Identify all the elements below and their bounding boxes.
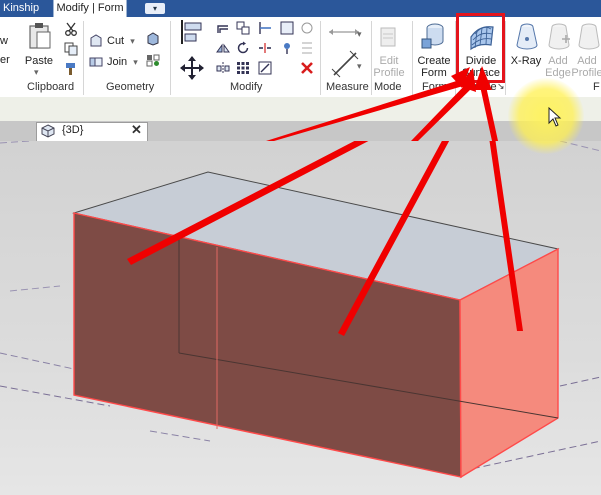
arrowhead-right: [474, 66, 492, 90]
model-scene: [0, 141, 601, 479]
arrow-shaft-right-top: [480, 86, 498, 141]
mouse-pointer-icon: [548, 107, 562, 127]
arrow-shaft-left-top: [266, 78, 470, 141]
reference-plane-line: [0, 352, 75, 370]
reference-plane-line: [9, 285, 61, 292]
drawing-viewport[interactable]: [0, 141, 601, 495]
reference-plane-line: [559, 376, 601, 387]
cursor-highlight: [508, 78, 584, 154]
reference-plane-line: [149, 430, 211, 442]
reference-plane-line: [0, 141, 31, 144]
